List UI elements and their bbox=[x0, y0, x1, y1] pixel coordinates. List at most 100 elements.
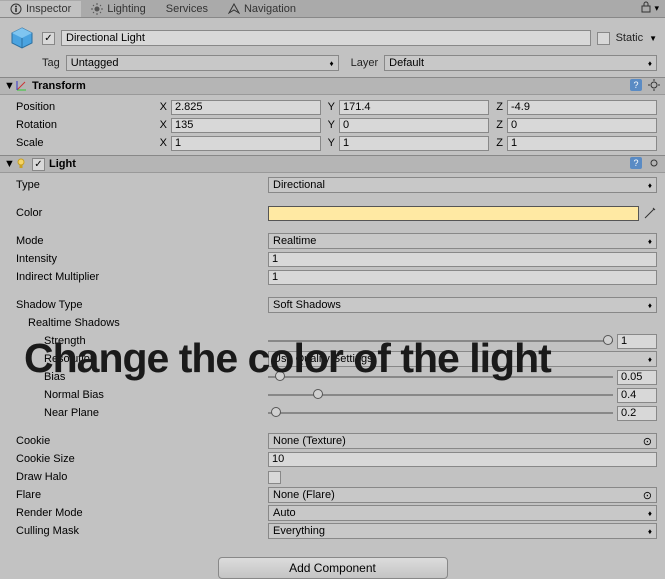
layer-label: Layer bbox=[351, 57, 379, 69]
bias-value-input[interactable] bbox=[617, 370, 657, 385]
active-checkbox[interactable]: ✓ bbox=[42, 32, 55, 45]
bias-label: Bias bbox=[8, 371, 268, 383]
tab-label: Services bbox=[166, 3, 208, 15]
flare-field[interactable]: None (Flare)⊙ bbox=[268, 487, 657, 503]
chevron-down-icon: ♦ bbox=[648, 181, 652, 190]
light-color-field[interactable] bbox=[268, 206, 639, 221]
indirect-label: Indirect Multiplier bbox=[8, 271, 268, 283]
static-dropdown-icon[interactable]: ▼ bbox=[649, 34, 657, 43]
rotation-label: Rotation bbox=[8, 119, 157, 131]
tag-label: Tag bbox=[42, 57, 60, 69]
normal-bias-value-input[interactable] bbox=[617, 388, 657, 403]
normal-bias-label: Normal Bias bbox=[8, 389, 268, 401]
component-title: Light bbox=[49, 158, 629, 170]
gameobject-header: ✓ Static ▼ Tag Untagged♦ Layer Default♦ bbox=[0, 18, 665, 77]
position-label: Position bbox=[8, 101, 157, 113]
transform-header[interactable]: ▼ Transform ? bbox=[0, 77, 665, 95]
gear-icon[interactable] bbox=[647, 78, 661, 95]
cookie-field[interactable]: None (Texture)⊙ bbox=[268, 433, 657, 449]
light-header[interactable]: ▼ ✓ Light ? bbox=[0, 155, 665, 173]
rotation-y-input[interactable] bbox=[339, 118, 489, 133]
tab-navigation[interactable]: Navigation bbox=[218, 1, 306, 17]
tab-label: Inspector bbox=[26, 3, 71, 15]
lock-icon[interactable] bbox=[641, 1, 651, 16]
resolution-label: Resolution bbox=[8, 353, 268, 365]
object-picker-icon[interactable]: ⊙ bbox=[643, 489, 652, 502]
position-x-input[interactable] bbox=[171, 100, 321, 115]
culling-mask-dropdown[interactable]: Everything♦ bbox=[268, 523, 657, 539]
culling-mask-label: Culling Mask bbox=[8, 525, 268, 537]
render-mode-dropdown[interactable]: Auto♦ bbox=[268, 505, 657, 521]
chevron-down-icon: ♦ bbox=[648, 527, 652, 536]
intensity-label: Intensity bbox=[8, 253, 268, 265]
light-enabled-checkbox[interactable]: ✓ bbox=[32, 158, 45, 171]
layer-dropdown[interactable]: Default♦ bbox=[384, 55, 657, 71]
editor-tabbar: Inspector Lighting Services Navigation ▾ bbox=[0, 0, 665, 18]
gameobject-icon[interactable] bbox=[8, 24, 36, 52]
tab-label: Lighting bbox=[107, 3, 146, 15]
position-z-input[interactable] bbox=[507, 100, 657, 115]
draw-halo-checkbox[interactable] bbox=[268, 471, 281, 484]
light-mode-dropdown[interactable]: Realtime♦ bbox=[268, 233, 657, 249]
cookie-size-label: Cookie Size bbox=[8, 453, 268, 465]
tab-services[interactable]: Services bbox=[156, 1, 218, 17]
info-icon bbox=[10, 3, 22, 15]
static-label: Static bbox=[616, 32, 644, 44]
help-icon[interactable]: ? bbox=[629, 78, 643, 95]
tab-lighting[interactable]: Lighting bbox=[81, 1, 156, 17]
draw-halo-label: Draw Halo bbox=[8, 471, 268, 483]
intensity-input[interactable] bbox=[268, 252, 657, 267]
strength-value-input[interactable] bbox=[617, 334, 657, 349]
help-icon[interactable]: ? bbox=[629, 156, 643, 173]
context-menu-icon[interactable]: ▾ bbox=[654, 3, 659, 14]
transform-icon bbox=[14, 79, 28, 93]
near-plane-label: Near Plane bbox=[8, 407, 268, 419]
scale-x-input[interactable] bbox=[171, 136, 321, 151]
tag-dropdown[interactable]: Untagged♦ bbox=[66, 55, 339, 71]
component-title: Transform bbox=[32, 80, 629, 92]
light-icon bbox=[14, 157, 28, 171]
scale-z-input[interactable] bbox=[507, 136, 657, 151]
rotation-z-input[interactable] bbox=[507, 118, 657, 133]
tab-label: Navigation bbox=[244, 3, 296, 15]
type-label: Type bbox=[8, 179, 268, 191]
mode-label: Mode bbox=[8, 235, 268, 247]
svg-text:?: ? bbox=[633, 158, 638, 168]
chevron-down-icon: ♦ bbox=[648, 237, 652, 246]
flare-label: Flare bbox=[8, 489, 268, 501]
sun-icon bbox=[91, 3, 103, 15]
bias-slider[interactable] bbox=[268, 370, 613, 384]
foldout-icon: ▼ bbox=[4, 80, 14, 92]
static-checkbox[interactable] bbox=[597, 32, 610, 45]
scale-label: Scale bbox=[8, 137, 157, 149]
svg-text:?: ? bbox=[633, 80, 638, 90]
realtime-shadows-label: Realtime Shadows bbox=[8, 317, 268, 329]
chevron-down-icon: ♦ bbox=[330, 59, 334, 68]
nav-icon bbox=[228, 3, 240, 15]
normal-bias-slider[interactable] bbox=[268, 388, 613, 402]
strength-label: Strength bbox=[8, 335, 268, 347]
cookie-label: Cookie bbox=[8, 435, 268, 447]
chevron-down-icon: ♦ bbox=[648, 509, 652, 518]
rotation-x-input[interactable] bbox=[171, 118, 321, 133]
scale-y-input[interactable] bbox=[339, 136, 489, 151]
render-mode-label: Render Mode bbox=[8, 507, 268, 519]
light-type-dropdown[interactable]: Directional♦ bbox=[268, 177, 657, 193]
shadow-type-label: Shadow Type bbox=[8, 299, 268, 311]
gear-icon[interactable] bbox=[647, 156, 661, 173]
shadow-resolution-dropdown[interactable]: Use Quality Settings♦ bbox=[268, 351, 657, 367]
indirect-input[interactable] bbox=[268, 270, 657, 285]
gameobject-name-input[interactable] bbox=[61, 30, 591, 46]
eyedropper-icon[interactable] bbox=[643, 206, 657, 220]
add-component-button[interactable]: Add Component bbox=[218, 557, 448, 579]
object-picker-icon[interactable]: ⊙ bbox=[643, 435, 652, 448]
near-plane-slider[interactable] bbox=[268, 406, 613, 420]
position-y-input[interactable] bbox=[339, 100, 489, 115]
chevron-down-icon: ♦ bbox=[648, 59, 652, 68]
strength-slider[interactable] bbox=[268, 334, 613, 348]
near-plane-value-input[interactable] bbox=[617, 406, 657, 421]
tab-inspector[interactable]: Inspector bbox=[0, 1, 81, 17]
shadow-type-dropdown[interactable]: Soft Shadows♦ bbox=[268, 297, 657, 313]
cookie-size-input[interactable] bbox=[268, 452, 657, 467]
chevron-down-icon: ♦ bbox=[648, 301, 652, 310]
